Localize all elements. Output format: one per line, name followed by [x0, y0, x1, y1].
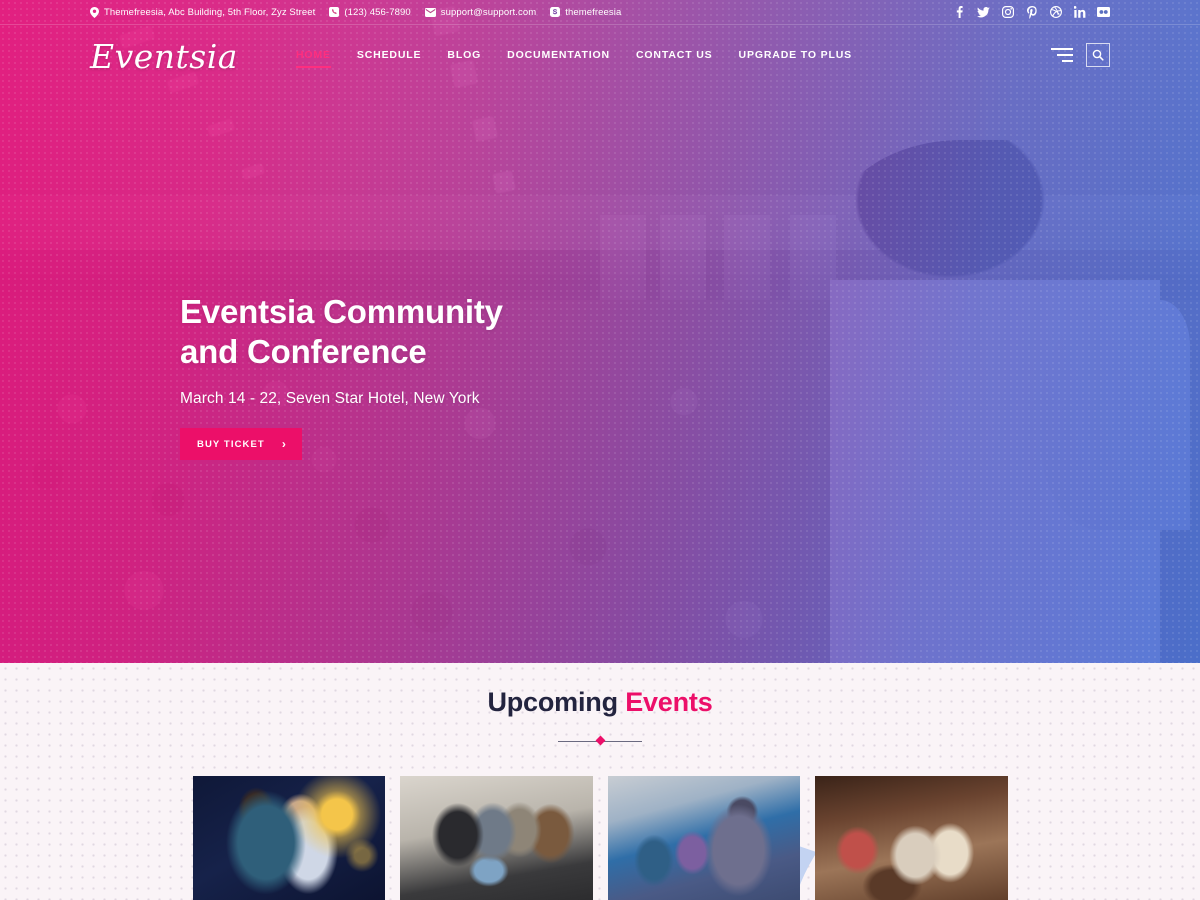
menu-item-contact-us[interactable]: CONTACT US — [623, 43, 726, 67]
menu-item-blog[interactable]: BLOG — [434, 43, 494, 67]
nav-tools — [1051, 43, 1110, 67]
contact-skype-text: themefreesia — [565, 6, 622, 18]
twitter-icon[interactable] — [977, 6, 990, 19]
hero-title: Eventsia Community and Conference — [180, 293, 503, 370]
skype-icon — [550, 7, 561, 17]
instagram-icon[interactable] — [1001, 6, 1014, 19]
menu-item-home[interactable]: HOME — [283, 43, 344, 68]
contact-phone-text: (123) 456-7890 — [344, 6, 411, 18]
hero-subtitle: March 14 - 22, Seven Star Hotel, New Yor… — [180, 390, 480, 408]
envelope-icon — [424, 7, 436, 17]
contact-skype[interactable]: themefreesia — [550, 7, 621, 18]
top-utility-bar: Themefreesia, Abc Building, 5th Floor, Z… — [0, 0, 1200, 25]
event-image-workshop-people-at-laptops — [400, 776, 593, 900]
contact-address[interactable]: Themefreesia, Abc Building, 5th Floor, Z… — [90, 6, 316, 18]
chevron-right-icon: › — [281, 437, 287, 452]
contact-info-list: Themefreesia, Abc Building, 5th Floor, Z… — [90, 6, 621, 18]
section-title: Upcoming Events — [0, 687, 1200, 718]
site-logo[interactable]: Eventsia — [90, 35, 238, 76]
event-card[interactable] — [607, 776, 800, 900]
dribbble-icon[interactable] — [1049, 6, 1062, 19]
social-links-list — [953, 5, 1110, 19]
location-pin-icon — [90, 6, 99, 18]
search-icon[interactable] — [1086, 43, 1110, 67]
menu-item-documentation[interactable]: DOCUMENTATION — [494, 43, 623, 67]
primary-menu: HOME SCHEDULE BLOG DOCUMENTATION CONTACT… — [283, 43, 865, 68]
buy-ticket-button[interactable]: BUY TICKET › — [180, 428, 302, 461]
phone-icon — [329, 7, 340, 17]
menu-item-schedule[interactable]: SCHEDULE — [344, 43, 435, 67]
event-image-concert-singer-on-stage — [192, 776, 385, 900]
upcoming-events-section: Upcoming Events — [0, 663, 1200, 900]
event-card[interactable] — [815, 776, 1008, 900]
event-image-festival-dancers-clapping — [607, 776, 800, 900]
event-card[interactable] — [192, 776, 385, 900]
hamburger-menu-icon[interactable] — [1051, 48, 1073, 62]
contact-address-text: Themefreesia, Abc Building, 5th Floor, Z… — [104, 6, 316, 18]
section-divider — [558, 735, 642, 749]
menu-item-upgrade-to-plus[interactable]: UPGRADE TO PLUS — [726, 43, 865, 67]
facebook-icon[interactable] — [953, 6, 966, 19]
contact-email-text: support@support.com — [440, 6, 537, 18]
divider-diamond — [595, 735, 606, 746]
buy-ticket-label: BUY TICKET — [197, 438, 265, 450]
pinterest-icon[interactable] — [1025, 5, 1038, 19]
events-header: Upcoming Events — [0, 663, 1200, 749]
event-card[interactable] — [400, 776, 593, 900]
contact-email[interactable]: support@support.com — [424, 6, 537, 18]
events-grid — [192, 776, 1008, 900]
main-navigation-bar: Eventsia HOME SCHEDULE BLOG DOCUMENTATIO… — [0, 25, 1200, 85]
flickr-icon[interactable] — [1097, 6, 1110, 19]
contact-phone[interactable]: (123) 456-7890 — [329, 6, 411, 18]
hero-caption: Eventsia Community and Conference March … — [180, 292, 780, 461]
section-title-accent: Events — [625, 687, 713, 717]
section-title-primary: Upcoming — [487, 687, 618, 717]
linkedin-icon[interactable] — [1073, 6, 1086, 19]
hero-section: Themefreesia, Abc Building, 5th Floor, Z… — [0, 0, 1200, 663]
event-image-theatre-audience-seated — [815, 776, 1008, 900]
